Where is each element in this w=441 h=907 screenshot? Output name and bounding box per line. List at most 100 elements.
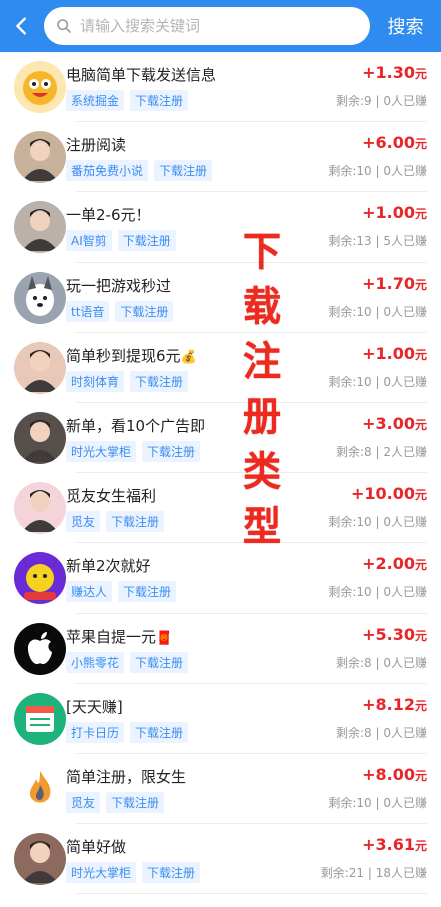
task-type-tag: 下载注册 (130, 370, 189, 392)
portrait-avatar-icon (14, 412, 66, 465)
task-stats: 剩余:10 | 0人已赚 (328, 585, 427, 600)
task-tags: 赚达人 下载注册 (66, 581, 177, 603)
task-stats: 剩余:8 | 0人已赚 (336, 655, 427, 670)
task-stats: 剩余:10 | 0人已赚 (328, 304, 427, 319)
app-name-tag: 觅友 (66, 791, 101, 813)
task-item[interactable]: 觅友女生福利 觅友 下载注册 +10.00元 剩余:10 | 0人已赚 (0, 473, 441, 544)
reward-amount: +1.00 (362, 203, 415, 223)
task-title: 简单秒到提现6元💰 (66, 345, 197, 366)
reward-price: +6.00元 (362, 133, 427, 152)
task-title: 新单，看10个广告即 (66, 415, 205, 436)
reward-price: +5.30元 (362, 625, 427, 644)
reward-amount: +10.00 (350, 484, 415, 504)
mascot-avatar-icon (14, 552, 66, 605)
reward-unit: 元 (414, 418, 427, 433)
task-item[interactable]: 注册阅读 番茄免费小说 下载注册 +6.00元 剩余:10 | 0人已赚 (0, 122, 441, 193)
task-title: 电脑简单下载发送信息 (66, 64, 216, 85)
search-box[interactable] (44, 7, 370, 45)
task-info: 电脑简单下载发送信息 系统掘金 下载注册 +1.30元 剩余:9 | 0人已赚 (66, 58, 441, 116)
task-item[interactable]: [天天赚] 打卡日历 下载注册 +8.12元 剩余:8 | 0人已赚 (0, 684, 441, 755)
reward-amount: +5.30 (362, 624, 415, 644)
dog-avatar-icon (14, 271, 66, 324)
reward-amount: +8.00 (362, 764, 415, 784)
task-tags: 觅友 下载注册 (66, 791, 165, 813)
reward-amount: +1.00 (362, 343, 415, 363)
reward-price: +3.00元 (362, 414, 427, 433)
reward-price: +8.12元 (362, 695, 427, 714)
task-list: 电脑简单下载发送信息 系统掘金 下载注册 +1.30元 剩余:9 | 0人已赚 注册阅读番… (0, 52, 441, 895)
task-title: 简单注册，限女生 (66, 766, 186, 787)
task-tags: 时光大掌柜 下载注册 (66, 862, 201, 884)
reward-amount: +6.00 (362, 133, 415, 153)
search-button[interactable]: 搜索 (370, 13, 441, 39)
reward-amount: +3.61 (362, 835, 415, 855)
task-title-text: 注册阅读 (66, 136, 127, 155)
task-type-tag: 下载注册 (115, 300, 174, 322)
portrait-avatar-icon (14, 131, 66, 184)
task-item[interactable]: 新单2次就好 赚达人 下载注册 +2.00元 剩余:10 | 0人已赚 (0, 543, 441, 614)
reward-unit: 元 (414, 347, 427, 362)
cat-face-avatar-icon (14, 61, 66, 114)
task-item[interactable]: 简单注册，限女生 觅友 下载注册 +8.00元 剩余:10 | 0人已赚 (0, 754, 441, 825)
task-title: 一单2-6元！ (66, 204, 151, 225)
reward-amount: +2.00 (362, 554, 415, 574)
task-stats: 剩余:8 | 2人已赚 (336, 445, 427, 460)
task-title: 新单2次就好 (66, 555, 151, 576)
task-info: 简单好做时光大掌柜 下载注册 +3.61元剩余:21 | 18人已赚 (66, 830, 441, 888)
task-item[interactable]: 简单好做时光大掌柜 下载注册 +3.61元剩余:21 | 18人已赚 (0, 824, 441, 895)
app-name-tag: 时刻体育 (66, 370, 125, 392)
flame-avatar-icon (14, 762, 66, 815)
task-title-text: 新单，看10个广告即 (66, 417, 206, 436)
reward-price: +1.30元 (362, 63, 427, 82)
task-tags: 打卡日历 下载注册 (66, 721, 189, 743)
task-tags: 时刻体育 下载注册 (66, 370, 189, 392)
search-input[interactable] (80, 17, 370, 35)
task-type-tag: 下载注册 (130, 90, 189, 112)
task-item[interactable]: 苹果自提一元🧧 小熊零花 下载注册 +5.30元 剩余:8 | 0人已赚 (0, 614, 441, 684)
task-title-text: 苹果自提一元 (66, 627, 157, 646)
task-title-text: 觅友女生福利 (66, 487, 157, 506)
reward-price: +8.00元 (362, 765, 427, 784)
task-item[interactable]: 简单秒到提现6元💰 时刻体育 下载注册 +1.00元 剩余:10 | 0人已赚 (0, 333, 441, 404)
back-button[interactable] (0, 0, 44, 52)
reward-price: +10.00元 (351, 484, 427, 503)
reward-price: +3.61元 (362, 835, 427, 854)
title-emoji-icon: 💰 (180, 349, 197, 365)
task-title-text: 新单2次就好 (66, 557, 151, 576)
task-type-tag: 下载注册 (118, 581, 177, 603)
app-name-tag: 打卡日历 (66, 721, 125, 743)
app-name-tag: 番茄免费小说 (66, 160, 149, 182)
portrait-avatar-icon (14, 341, 66, 394)
watermark-text: 下 载 注 册 类 型 (243, 229, 281, 550)
task-item[interactable]: 新单，看10个广告即 时光大掌柜 下载注册 +3.00元 剩余:8 | 2人已赚 (0, 403, 441, 474)
reward-unit: 元 (414, 277, 427, 292)
task-item[interactable]: 一单2-6元！ AI智剪 下载注册 +1.00元 剩余:13 | 5人已赚 (0, 192, 441, 263)
app-name-tag: tt语音 (66, 300, 110, 322)
task-title-text: 简单注册，限女生 (66, 767, 187, 786)
reward-unit: 元 (414, 628, 427, 643)
task-title: 玩一把游戏秒过 (66, 275, 171, 296)
task-title: 简单好做 (66, 836, 126, 857)
reward-amount: +3.00 (362, 414, 415, 434)
task-type-tag: 下载注册 (106, 511, 165, 533)
reward-price: +1.00元 (362, 344, 427, 363)
task-type-tag: 下载注册 (117, 230, 176, 252)
task-title-text: 玩一把游戏秒过 (66, 276, 172, 295)
task-stats: 剩余:8 | 0人已赚 (336, 725, 427, 740)
task-title-text: 一单2-6元！ (66, 206, 151, 225)
reward-unit: 元 (414, 137, 427, 152)
task-item[interactable]: 电脑简单下载发送信息 系统掘金 下载注册 +1.30元 剩余:9 | 0人已赚 (0, 52, 441, 123)
task-item[interactable]: 玩一把游戏秒过 tt语音 下载注册 +1.70元剩余:10 | 0人已赚 (0, 263, 441, 333)
task-stats: 剩余:21 | 18人已赚 (320, 866, 427, 881)
reward-unit: 元 (414, 698, 427, 713)
app-name-tag: 时光大掌柜 (66, 862, 137, 884)
task-type-tag: 下载注册 (130, 721, 189, 743)
reward-unit: 元 (414, 207, 427, 222)
task-title: 注册阅读 (66, 134, 126, 155)
reward-amount: +8.12 (362, 694, 415, 714)
reward-price: +1.70元 (362, 274, 427, 293)
task-info: 注册阅读 番茄免费小说 下载注册 +6.00元 剩余:10 | 0人已赚 (66, 128, 441, 186)
reward-amount: +1.30 (362, 63, 415, 83)
task-tags: AI智剪 下载注册 (66, 230, 176, 252)
task-stats: 剩余:10 | 0人已赚 (328, 515, 427, 530)
